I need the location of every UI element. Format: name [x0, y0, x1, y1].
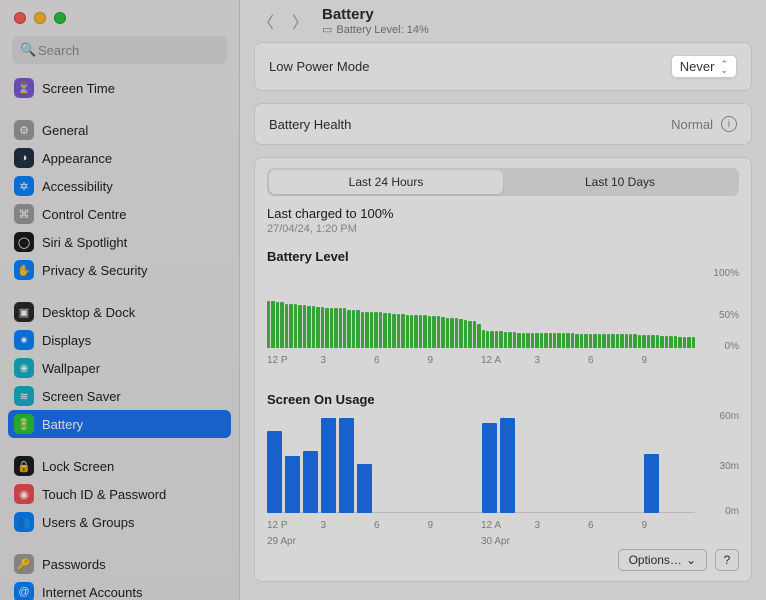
low-power-mode-select[interactable]: Never ⌃⌄	[671, 55, 737, 78]
battery-level-title: Battery Level	[267, 249, 739, 264]
sidebar-item-battery[interactable]: 🔋 Battery	[8, 410, 231, 438]
energy-chart-card: Last 24 Hours Last 10 Days Last charged …	[254, 157, 752, 582]
battery-health-value: Normal	[671, 117, 713, 132]
sidebar-item-label: Users & Groups	[42, 515, 134, 530]
sidebar-item-label: Touch ID & Password	[42, 487, 166, 502]
sidebar-item-label: Wallpaper	[42, 361, 100, 376]
sidebar-item-wallpaper[interactable]: ❀ Wallpaper	[8, 354, 231, 382]
page-title: Battery	[322, 6, 429, 23]
sidebar-item-label: Displays	[42, 333, 91, 348]
last-charged-block: Last charged to 100% 27/04/24, 1:20 PM	[267, 206, 739, 235]
segment-last-10-days[interactable]: Last 10 Days	[503, 170, 737, 194]
sidebar-item-label: Control Centre	[42, 207, 127, 222]
screen-time-icon: ⏳	[14, 78, 34, 98]
battery-icon: ▭	[322, 23, 332, 36]
low-power-mode-row: Low Power Mode Never ⌃⌄	[254, 42, 752, 91]
sidebar-item-label: Siri & Spotlight	[42, 235, 127, 250]
main-pane: 〈 〉 Battery ▭ Battery Level: 14% Low Pow…	[240, 0, 766, 600]
sidebar-item-general[interactable]: ⚙ General	[8, 116, 231, 144]
sidebar-item-accessibility[interactable]: ✲ Accessibility	[8, 172, 231, 200]
header: 〈 〉 Battery ▭ Battery Level: 14%	[240, 0, 766, 42]
search-input[interactable]	[12, 36, 227, 64]
displays-icon: ✷	[14, 330, 34, 350]
screen-on-chart: 60m 30m 0m 12 P36912 A369 29 Apr30 Apr	[267, 411, 739, 543]
battery-level-chart: 100% 50% 0% 12 P36912 A369	[267, 268, 739, 378]
sidebar-item-users-groups[interactable]: 👥 Users & Groups	[8, 508, 231, 536]
sidebar-item-desktop-dock[interactable]: ▣ Desktop & Dock	[8, 298, 231, 326]
segment-last-24-hours[interactable]: Last 24 Hours	[269, 170, 503, 194]
sidebar-item-label: Screen Saver	[42, 389, 121, 404]
sidebar-item-privacy-security[interactable]: ✋ Privacy & Security	[8, 256, 231, 284]
page-subtitle: ▭ Battery Level: 14%	[322, 23, 429, 36]
nav-back-button[interactable]: 〈	[254, 9, 278, 33]
window-traffic-lights	[14, 12, 231, 24]
sidebar-item-internet-accounts[interactable]: @ Internet Accounts	[8, 578, 231, 600]
options-button[interactable]: Options… ⌄	[618, 549, 707, 571]
info-icon[interactable]: i	[721, 116, 737, 132]
battery-health-label: Battery Health	[269, 117, 351, 132]
chevron-down-icon: ⌄	[686, 553, 696, 567]
sidebar-item-label: Screen Time	[42, 81, 115, 96]
desktop-dock-icon: ▣	[14, 302, 34, 322]
nav-forward-button[interactable]: 〉	[288, 9, 312, 33]
sidebar-item-label: Privacy & Security	[42, 263, 147, 278]
minimize-window-button[interactable]	[34, 12, 46, 24]
passwords-icon: 🔑	[14, 554, 34, 574]
chevron-updown-icon: ⌃⌄	[720, 61, 728, 73]
wallpaper-icon: ❀	[14, 358, 34, 378]
time-range-segmented: Last 24 Hours Last 10 Days	[267, 168, 739, 196]
privacy-security-icon: ✋	[14, 260, 34, 280]
sidebar-item-label: Passwords	[42, 557, 106, 572]
sidebar: 🔍 ⏳ Screen Time ⚙ General ◑ Appearance ✲ Access…	[0, 0, 240, 600]
low-power-mode-label: Low Power Mode	[269, 59, 369, 74]
sidebar-item-displays[interactable]: ✷ Displays	[8, 326, 231, 354]
search-icon: 🔍	[20, 42, 36, 58]
internet-accounts-icon: @	[14, 582, 34, 600]
sidebar-item-screen-time[interactable]: ⏳ Screen Time	[8, 74, 231, 102]
lock-screen-icon: 🔒	[14, 456, 34, 476]
sidebar-item-siri-spotlight[interactable]: ◯ Siri & Spotlight	[8, 228, 231, 256]
appearance-icon: ◑	[14, 148, 34, 168]
help-button[interactable]: ?	[715, 549, 739, 571]
zoom-window-button[interactable]	[54, 12, 66, 24]
screen-on-title: Screen On Usage	[267, 392, 739, 407]
sidebar-item-label: Accessibility	[42, 179, 113, 194]
sidebar-item-label: General	[42, 123, 88, 138]
sidebar-item-label: Lock Screen	[42, 459, 114, 474]
sidebar-item-label: Desktop & Dock	[42, 305, 135, 320]
screen-saver-icon: ≋	[14, 386, 34, 406]
control-centre-icon: ⌘	[14, 204, 34, 224]
sidebar-item-label: Battery	[42, 417, 83, 432]
accessibility-icon: ✲	[14, 176, 34, 196]
close-window-button[interactable]	[14, 12, 26, 24]
sidebar-item-lock-screen[interactable]: 🔒 Lock Screen	[8, 452, 231, 480]
sidebar-item-screen-saver[interactable]: ≋ Screen Saver	[8, 382, 231, 410]
sidebar-item-appearance[interactable]: ◑ Appearance	[8, 144, 231, 172]
sidebar-item-passwords[interactable]: 🔑 Passwords	[8, 550, 231, 578]
sidebar-item-label: Appearance	[42, 151, 112, 166]
battery-icon: 🔋	[14, 414, 34, 434]
touch-id-password-icon: ◉	[14, 484, 34, 504]
battery-health-row: Battery Health Normal i	[254, 103, 752, 145]
general-icon: ⚙	[14, 120, 34, 140]
siri-spotlight-icon: ◯	[14, 232, 34, 252]
sidebar-item-control-centre[interactable]: ⌘ Control Centre	[8, 200, 231, 228]
sidebar-item-touch-id-password[interactable]: ◉ Touch ID & Password	[8, 480, 231, 508]
sidebar-item-label: Internet Accounts	[42, 585, 142, 600]
users-groups-icon: 👥	[14, 512, 34, 532]
